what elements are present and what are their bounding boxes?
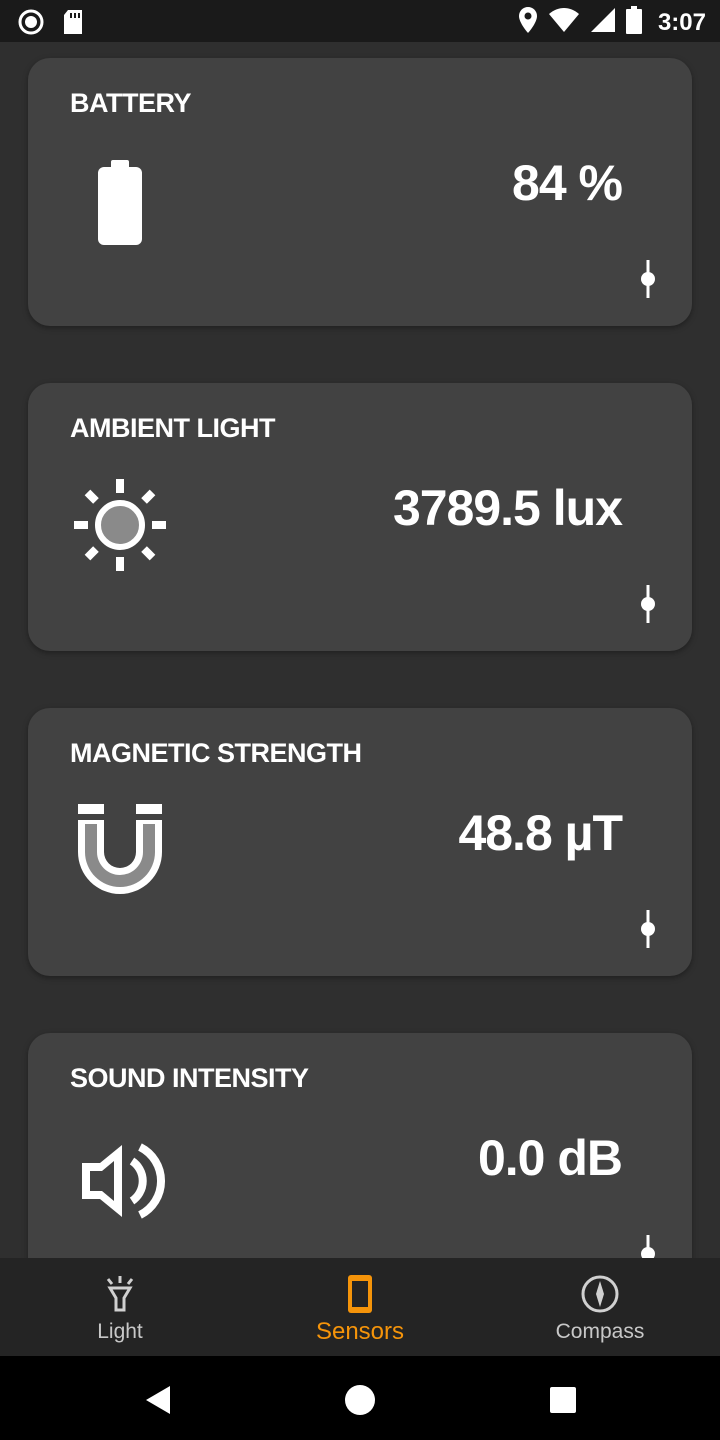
battery-icon	[625, 6, 642, 39]
status-bar: 3:07	[0, 0, 720, 42]
card-value: 84 %	[512, 155, 623, 211]
back-icon[interactable]	[138, 1380, 178, 1420]
home-icon[interactable]	[340, 1380, 380, 1420]
signal-icon	[590, 7, 616, 38]
card-value: 3789.5 lux	[392, 480, 623, 536]
recents-icon[interactable]	[543, 1380, 583, 1420]
nav-label: Sensors	[315, 1318, 405, 1345]
speaker-icon	[70, 1131, 170, 1231]
compass-icon	[580, 1274, 620, 1314]
sd-card-icon	[62, 9, 84, 40]
magnetic-strength-card: MAGNETIC STRENGTH 48.8 µT	[28, 708, 692, 976]
location-icon	[518, 6, 538, 39]
card-title: MAGNETIC STRENGTH	[70, 738, 362, 768]
status-time: 3:07	[657, 8, 706, 36]
card-value: 0.0 dB	[477, 1130, 623, 1186]
sensor-list[interactable]: BATTERY 84 % AMBIENT LIGHT 3789.5 lux MA…	[0, 42, 720, 1258]
phone-icon	[340, 1274, 380, 1314]
nav-label: Compass	[555, 1320, 645, 1343]
more-options-icon[interactable]	[638, 585, 658, 623]
battery-icon	[70, 150, 170, 250]
ambient-light-card: AMBIENT LIGHT 3789.5 lux	[28, 383, 692, 651]
battery-card: BATTERY 84 %	[28, 58, 692, 326]
nav-label: Light	[97, 1320, 143, 1343]
sun-icon	[70, 475, 170, 575]
system-navigation-bar	[0, 1356, 720, 1440]
flashlight-icon	[100, 1274, 140, 1314]
card-value: 48.8 µT	[458, 805, 623, 861]
record-icon	[18, 9, 44, 40]
card-title: BATTERY	[70, 88, 192, 118]
more-options-icon[interactable]	[638, 910, 658, 948]
more-options-icon[interactable]	[638, 260, 658, 298]
nav-item-sensors[interactable]: Sensors	[240, 1258, 480, 1356]
sound-intensity-card: SOUND INTENSITY 0.0 dB	[28, 1033, 692, 1258]
more-options-icon[interactable]	[638, 1235, 658, 1258]
card-title: SOUND INTENSITY	[70, 1063, 309, 1093]
wifi-icon	[548, 7, 580, 38]
nav-item-compass[interactable]: Compass	[480, 1258, 720, 1356]
card-title: AMBIENT LIGHT	[70, 413, 275, 443]
magnet-icon	[70, 800, 170, 900]
bottom-navigation: Light Sensors Compass	[0, 1258, 720, 1356]
nav-item-light[interactable]: Light	[0, 1258, 240, 1356]
